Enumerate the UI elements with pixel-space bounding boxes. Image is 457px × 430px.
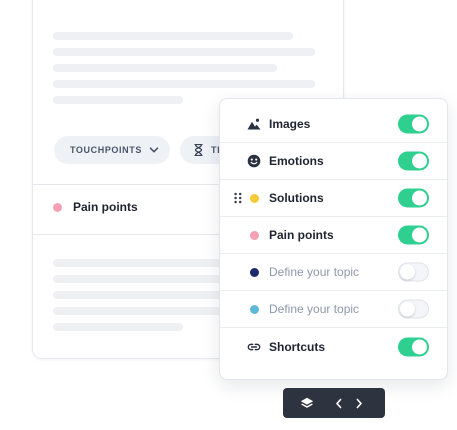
hourglass-icon [194,144,203,156]
skeleton-line [53,291,243,299]
skeleton-line [53,32,293,40]
skeleton-line [53,64,277,72]
skeleton-line [53,307,243,315]
images-toggle[interactable] [398,114,429,134]
shortcuts-toggle[interactable] [398,337,429,356]
skeleton-line [53,48,315,56]
solutions-toggle[interactable] [398,188,429,208]
emoji-icon [247,154,261,168]
toggle-knob [412,190,427,206]
toggle-knob [412,153,427,169]
yellow-dot-icon [247,191,261,205]
panel-row-solutions[interactable]: Solutions [220,180,447,217]
pink-dot-icon [247,228,261,242]
panel-row-label: Define your topic [269,302,360,316]
panel-row-label: Solutions [269,191,324,205]
toggle-knob [400,264,415,280]
panel-row-pain-points[interactable]: Pain points [220,217,447,254]
navy-dot-icon [247,265,261,279]
layers-icon [300,397,314,408]
panel-row-emotions[interactable]: Emotions [220,143,447,180]
skeleton-line [53,80,315,88]
skeleton-line [53,96,183,104]
cyan-dot-icon [247,302,261,316]
toggle-knob [412,116,427,132]
image-icon [247,117,261,131]
pain-points-lane-header: Pain points [53,200,138,214]
pain-points-lane-label: Pain points [73,200,138,214]
skeleton-line [53,275,243,283]
skeleton-line [53,323,183,331]
skeleton-line [53,259,243,267]
link-icon [247,340,261,354]
panel-row-define-topic-1[interactable]: Define your topic [220,254,447,291]
panel-row-images[interactable]: Images [220,106,447,143]
toggle-knob [400,301,415,317]
bottom-toolbar [283,388,385,418]
define-topic-1-toggle[interactable] [398,262,429,282]
define-topic-2-toggle[interactable] [398,299,429,319]
touchpoints-chip[interactable]: TOUCHPOINTS [54,136,170,164]
layers-button[interactable] [295,388,319,418]
drag-handle-icon[interactable] [234,192,242,204]
panel-row-label: Define your topic [269,265,360,279]
emotions-toggle[interactable] [398,151,429,171]
panel-row-label: Shortcuts [269,339,326,354]
lanes-visibility-panel: Images Emotions Solutions Pain points De… [219,98,448,380]
panel-row-label: Pain points [269,228,334,242]
touchpoints-chip-label: TOUCHPOINTS [70,145,142,155]
panel-row-label: Images [269,117,311,131]
chevron-left-icon [336,398,342,408]
toggle-knob [412,227,427,243]
toggle-knob [412,339,427,354]
panel-row-label: Emotions [269,154,324,168]
next-button[interactable] [347,388,371,418]
pain-points-toggle[interactable] [398,225,429,245]
chevron-right-icon [356,398,362,408]
panel-row-shortcuts[interactable]: Shortcuts [220,328,447,365]
pink-dot-icon [53,202,62,212]
panel-row-define-topic-2[interactable]: Define your topic [220,291,447,328]
chevron-down-icon [149,147,159,153]
